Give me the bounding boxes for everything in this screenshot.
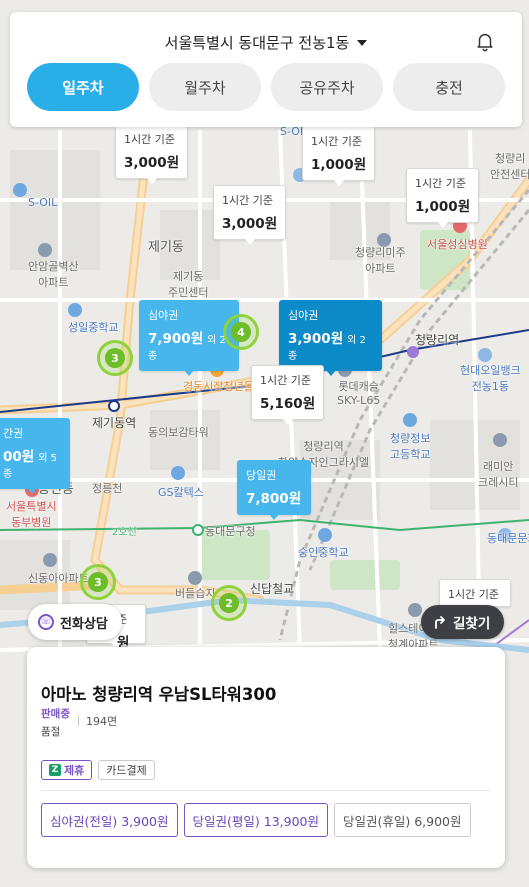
parking-price-pin[interactable]: 1시간 기준 3,000원	[115, 124, 189, 184]
cluster-count: 3	[105, 348, 125, 368]
map-label-soil: S-OIL	[28, 196, 58, 209]
map-label-gas-station: 현대오일뱅크 전농1동	[460, 364, 521, 393]
location-text: 서울특별시 동대문구 전농1동	[164, 34, 350, 52]
call-consult-label: 전화상담	[60, 616, 108, 632]
parking-price-pin[interactable]: 1시간 기준	[439, 579, 511, 612]
pin-price: 3,900원 외 2종	[288, 331, 366, 362]
partner-logo-icon: Z	[49, 764, 61, 776]
map-label-station: 제기동역	[92, 416, 137, 430]
parking-price-pin[interactable]: 1시간 기준 3,000원	[213, 185, 287, 245]
parking-price-pin[interactable]: 1시간 기준 1,000원	[406, 168, 480, 228]
parking-price-pin[interactable]: 1시간 기준 1,000원	[302, 126, 376, 186]
map-label-hospital: 서울특별시 동부병원	[6, 500, 57, 529]
directions-icon	[435, 616, 445, 629]
pin-price: 3,000원	[222, 216, 278, 232]
pin-price: 1,000원	[415, 199, 471, 215]
pin-label: 1시간 기준	[124, 133, 175, 146]
pin-label: 1시간 기준	[415, 177, 466, 190]
partner-chip: Z 제휴	[41, 760, 93, 780]
parking-price-pin[interactable]: 당일권 7,800원	[237, 460, 311, 520]
map-label-station: 청량리역	[415, 333, 460, 347]
pin-price: 5,160원	[260, 396, 316, 412]
map-label-bridge: 신답철교	[250, 582, 295, 596]
tab-charging[interactable]: 충전	[393, 63, 505, 111]
map-label-building: 동의보감타워	[148, 426, 209, 439]
chevron-down-icon	[357, 40, 368, 46]
pin-label: 간권	[3, 427, 24, 440]
tab-daily[interactable]: 일주차	[27, 63, 139, 111]
parking-cluster[interactable]: 4	[223, 314, 259, 350]
pin-label: 1시간 기준	[311, 135, 362, 148]
space-count: 194면	[77, 715, 118, 728]
parking-price-pin[interactable]: 1시간 기준 5,160원	[251, 365, 325, 425]
pin-price: 00원 외 5종	[3, 449, 57, 480]
parking-price-pin[interactable]: 간권 00원 외 5종	[0, 418, 70, 494]
map-label-subway-line: 2호선	[112, 527, 137, 538]
map-label-market: 경동시장청년몰	[183, 380, 254, 393]
top-panel: 서울특별시 동대문구 전농1동 일주차 월주차 공유주차 충전	[10, 12, 522, 127]
map-label-apartment: 롯데캐슬 SKY-L65	[337, 380, 381, 407]
pin-label: 심야권	[148, 309, 179, 322]
parking-cluster[interactable]: 3	[97, 340, 133, 376]
pin-price: 7,800원	[246, 491, 302, 507]
parking-type-tabs: 일주차 월주차 공유주차 충전	[27, 63, 505, 111]
parking-detail-card[interactable]: 아마노 청량리역 우남SL타워300 판매중 194면 품절 Z 제휴 카드결제 …	[27, 647, 505, 868]
parking-lot-title: 아마노 청량리역 우남SL타워300	[41, 685, 277, 704]
map-label-safety-center: 청량리 안전센터	[490, 152, 529, 181]
pin-label: 당일권	[246, 469, 277, 482]
pin-price: 3,000원	[124, 155, 180, 171]
sale-status: 판매중	[41, 708, 70, 720]
cluster-count: 3	[88, 572, 108, 592]
map-label-hospital: 서울성심병원	[427, 238, 488, 251]
directions-button[interactable]: 길찾기	[421, 605, 505, 639]
parking-cluster[interactable]: 3	[80, 564, 116, 600]
map-label-school: 성일중학교	[68, 321, 119, 334]
phone-icon: ☏	[38, 614, 54, 630]
map-label-district: 제기동	[148, 240, 184, 255]
map-label-school: 청량정보 고등학교	[390, 432, 431, 461]
location-selector[interactable]: 서울특별시 동대문구 전농1동	[10, 32, 522, 53]
bell-icon[interactable]	[474, 30, 496, 52]
divider	[41, 790, 491, 791]
map-label-apartment: 안암골벽산 아파트	[28, 260, 79, 289]
pin-label: 1시간 기준	[222, 194, 273, 207]
map-label-gas-station: GS칼텍스	[158, 486, 204, 499]
ticket-option[interactable]: 당일권(휴일) 6,900원	[333, 803, 471, 837]
map-label-school: 숭인중학교	[298, 546, 349, 559]
pin-price: 7,900원 외 2종	[148, 331, 226, 362]
map-label-apartment: 래미안 크레시티	[478, 460, 519, 489]
map-label-community-center: 제기동 주민센터	[168, 270, 209, 299]
ticket-list: 심야권(전일) 3,900원 당일권(평일) 13,900원 당일권(휴일) 6…	[41, 803, 471, 837]
pin-price: 1,000원	[311, 157, 367, 173]
map-label-office: 동대문구청	[205, 525, 256, 538]
soldout-status: 품절	[41, 726, 61, 738]
tab-monthly[interactable]: 월주차	[149, 63, 261, 111]
pin-label: 심야권	[288, 309, 319, 322]
map-label-stream: 정릉천	[92, 482, 123, 495]
cluster-count: 2	[219, 593, 239, 613]
feature-chips: Z 제휴 카드결제	[41, 760, 155, 780]
tab-shared[interactable]: 공유주차	[271, 63, 383, 111]
ticket-option[interactable]: 당일권(평일) 13,900원	[183, 803, 328, 837]
map-label-wetland: 버들습지	[175, 587, 216, 600]
pin-label: 1시간 기준	[260, 374, 311, 387]
cluster-count: 4	[231, 322, 251, 342]
ticket-option[interactable]: 심야권(전일) 3,900원	[41, 803, 178, 837]
map-label-building: 동대문문화	[487, 532, 529, 545]
call-consult-button[interactable]: ☏ 전화상담	[28, 604, 122, 640]
map-label-apartment: 청량리미주 아파트	[355, 246, 406, 275]
pin-label: 1시간 기준	[448, 588, 499, 601]
directions-label: 길찾기	[453, 616, 491, 632]
card-payment-chip: 카드결제	[98, 760, 155, 780]
parking-cluster[interactable]: 2	[211, 585, 247, 621]
parking-price-pin[interactable]: 심야권 3,900원 외 2종	[279, 300, 382, 376]
